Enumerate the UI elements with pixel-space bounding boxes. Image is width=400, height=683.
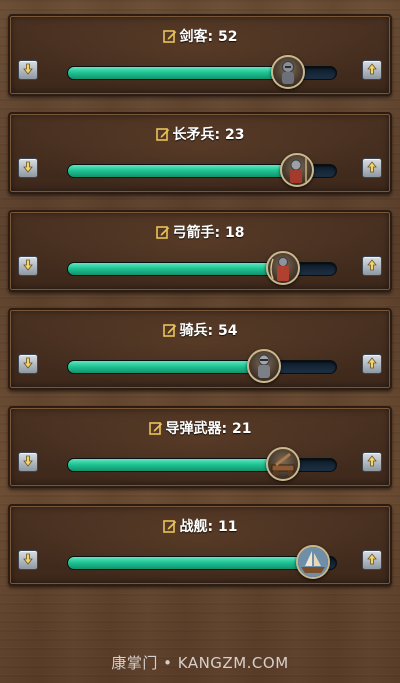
down-arrow-icon: [21, 159, 35, 178]
unit-title[interactable]: 导弹武器: 21: [10, 418, 390, 439]
slider-handle[interactable]: [271, 55, 306, 89]
increase-button[interactable]: [362, 256, 382, 276]
slider-fill: [68, 557, 312, 569]
up-arrow-icon: [365, 61, 379, 80]
increase-button[interactable]: [362, 550, 382, 570]
slider-handle[interactable]: [266, 251, 300, 285]
down-arrow-icon: [21, 453, 35, 472]
up-arrow-icon: [365, 257, 379, 276]
edit-pencil-icon[interactable]: [155, 127, 170, 145]
unit-name: 战舰: [179, 519, 208, 535]
unit-slider-panel: 战舰: 11: [8, 504, 392, 586]
archer-icon: [268, 253, 298, 283]
unit-title[interactable]: 战舰: 11: [10, 516, 390, 537]
title-separator: :: [207, 519, 218, 535]
unit-count: 54: [218, 323, 238, 339]
decrease-button[interactable]: [18, 550, 38, 570]
unit-slider-panel: 骑兵: 54: [8, 308, 392, 390]
up-arrow-icon: [365, 453, 379, 472]
title-separator: :: [207, 29, 218, 45]
down-arrow-icon: [21, 355, 35, 374]
unit-count: 23: [225, 127, 245, 143]
decrease-button[interactable]: [18, 158, 38, 178]
edit-pencil-icon[interactable]: [162, 29, 177, 47]
title-separator: :: [214, 225, 225, 241]
decrease-button[interactable]: [18, 354, 38, 374]
unit-title[interactable]: 剑客: 52: [10, 26, 390, 47]
decrease-button[interactable]: [18, 60, 38, 80]
spearman-icon: [282, 155, 312, 185]
slider-handle[interactable]: [295, 545, 330, 579]
slider-fill: [68, 459, 283, 471]
decrease-button[interactable]: [18, 256, 38, 276]
unit-name: 长矛兵: [172, 127, 215, 143]
down-arrow-icon: [21, 61, 35, 80]
unit-title[interactable]: 骑兵: 54: [10, 320, 390, 341]
watermark: 康掌门 • KANGZM.COM: [111, 654, 289, 672]
up-arrow-icon: [365, 159, 379, 178]
increase-button[interactable]: [362, 452, 382, 472]
unit-slider-panel: 导弹武器: 21: [8, 406, 392, 488]
slider-fill: [68, 361, 264, 373]
warship-icon: [297, 547, 328, 577]
unit-slider-panel: 剑客: 52: [8, 14, 392, 96]
slider-handle[interactable]: [266, 447, 300, 481]
unit-name: 弓箭手: [172, 225, 215, 241]
unit-slider-panel: 弓箭手: 18: [8, 210, 392, 292]
edit-pencil-icon[interactable]: [162, 323, 177, 341]
title-separator: :: [207, 323, 218, 339]
cavalry-icon: [249, 351, 279, 381]
edit-pencil-icon[interactable]: [155, 225, 170, 243]
edit-pencil-icon[interactable]: [162, 519, 177, 537]
slider-handle[interactable]: [279, 153, 314, 187]
unit-slider-panel: 长矛兵: 23: [8, 112, 392, 194]
unit-count: 21: [232, 421, 252, 437]
unit-name: 导弹武器: [165, 421, 222, 437]
slider-handle[interactable]: [247, 349, 282, 383]
unit-name: 骑兵: [179, 323, 208, 339]
down-arrow-icon: [21, 257, 35, 276]
up-arrow-icon: [365, 551, 379, 570]
increase-button[interactable]: [362, 60, 382, 80]
slider-fill: [68, 165, 296, 177]
unit-title[interactable]: 弓箭手: 18: [10, 222, 390, 243]
down-arrow-icon: [21, 551, 35, 570]
unit-count: 11: [218, 519, 238, 535]
siege-weapon-icon: [268, 449, 298, 479]
swordsman-icon: [273, 57, 303, 87]
slider-fill: [68, 67, 288, 79]
up-arrow-icon: [365, 355, 379, 374]
unit-title[interactable]: 长矛兵: 23: [10, 124, 390, 145]
edit-pencil-icon[interactable]: [148, 421, 163, 439]
unit-count: 18: [225, 225, 245, 241]
unit-count: 52: [218, 29, 238, 45]
slider-track[interactable]: [67, 360, 337, 374]
increase-button[interactable]: [362, 158, 382, 178]
unit-name: 剑客: [179, 29, 208, 45]
increase-button[interactable]: [362, 354, 382, 374]
title-separator: :: [221, 421, 232, 437]
slider-fill: [68, 263, 283, 275]
decrease-button[interactable]: [18, 452, 38, 472]
title-separator: :: [214, 127, 225, 143]
